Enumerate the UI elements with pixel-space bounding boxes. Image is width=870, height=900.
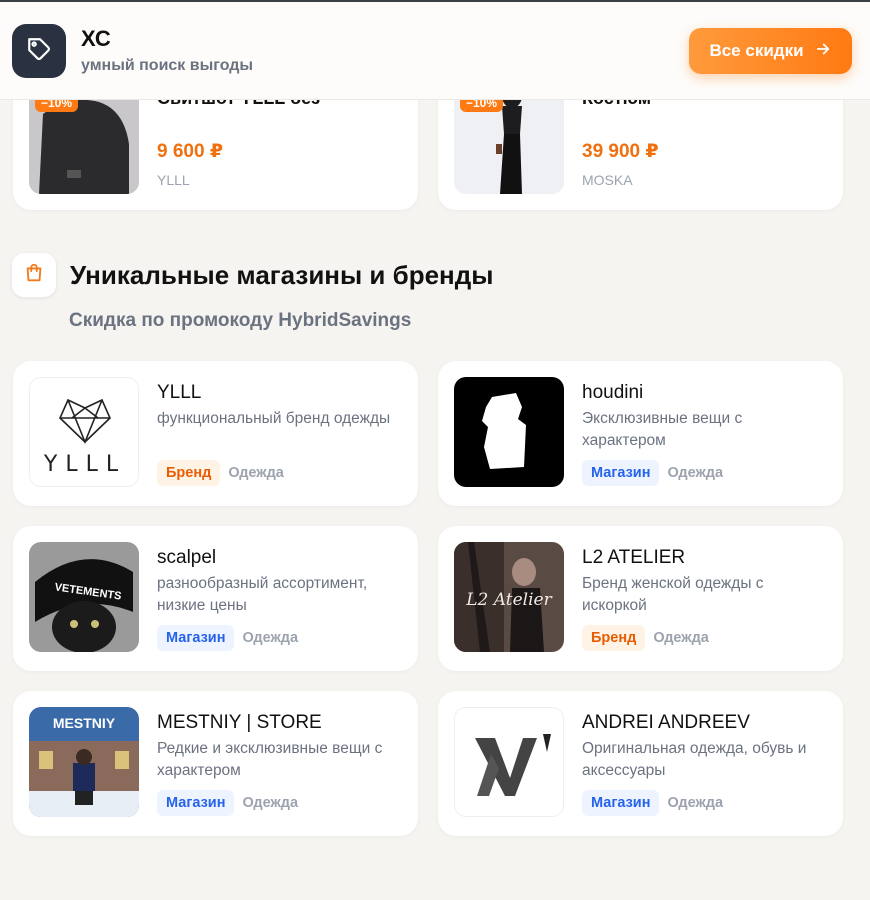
store-name[interactable]: scalpel	[157, 547, 216, 569]
store-name[interactable]: ANDREI ANDREEV	[582, 712, 750, 734]
section-title: Уникальные магазины и бренды	[70, 260, 494, 290]
product-price: 9 600 ₽	[157, 141, 224, 162]
store-card[interactable]: houdini Эксклюзивные вещи с характером М…	[438, 361, 843, 506]
store-card[interactable]: L2 Atelier L2 ATELIER Бренд женской одеж…	[438, 526, 843, 671]
store-description: Бренд женской одежды с искоркой	[582, 575, 764, 614]
store-description: функциональный бренд одежды	[157, 410, 391, 427]
all-discounts-label: Все скидки	[709, 41, 804, 60]
product-brand: MOSKA	[582, 172, 633, 188]
store-logo	[454, 707, 564, 817]
shopping-bag-icon	[23, 262, 45, 289]
store-logo-text: YLLL	[43, 452, 127, 477]
store-description: разнообразный ассортимент, низкие цены	[157, 575, 368, 614]
store-type-badge: Магазин	[157, 625, 235, 651]
store-category: Одежда	[228, 465, 284, 481]
store-logo-text: L2 Atelier	[466, 590, 552, 610]
store-category: Одежда	[242, 795, 299, 811]
store-card[interactable]: YLLL YLLL функциональный бренд одежды Бр…	[13, 361, 418, 506]
section-icon-box	[12, 253, 56, 297]
store-category: Одежда	[667, 795, 724, 811]
app-subtitle: умный поиск выгоды	[81, 57, 254, 74]
store-type-badge: Бренд	[157, 460, 221, 486]
store-logo: MESTNIY	[29, 707, 139, 817]
app-title: ХС	[81, 26, 111, 51]
store-logo	[454, 377, 564, 487]
store-logo: YLLL	[29, 377, 139, 487]
store-card[interactable]: MESTNIY MESTNIY | STORE Редкие и эксклюз…	[13, 691, 418, 836]
store-name[interactable]: houdini	[582, 382, 643, 404]
store-type-badge: Магазин	[582, 790, 660, 816]
window-top-border	[0, 0, 870, 2]
app-header: ХС умный поиск выгоды Все скидки	[0, 2, 870, 100]
store-logo: L2 Atelier	[454, 542, 564, 652]
arrow-right-icon	[814, 40, 832, 63]
store-card[interactable]: VETEMENTS scalpel разнообразный ассортим…	[13, 526, 418, 671]
store-name[interactable]: MESTNIY | STORE	[157, 712, 322, 734]
store-description: Эксклюзивные вещи с характером	[582, 410, 743, 449]
section-subtitle: Скидка по промокоду HybridSavings	[69, 310, 412, 331]
store-category: Одежда	[653, 630, 709, 646]
store-name[interactable]: YLLL	[157, 382, 201, 404]
store-logo: VETEMENTS	[29, 542, 139, 652]
store-description: Оригинальная одежда, обувь и аксессуары	[582, 740, 807, 779]
store-card[interactable]: ANDREI ANDREEV Оригинальная одежда, обув…	[438, 691, 843, 836]
store-type-badge: Магазин	[582, 460, 660, 486]
store-logo-text: MESTNIY	[52, 715, 116, 731]
store-type-badge: Магазин	[157, 790, 235, 816]
product-brand: YLLL	[157, 172, 190, 188]
app-logo[interactable]	[12, 24, 66, 78]
store-name[interactable]: L2 ATELIER	[582, 547, 685, 569]
tag-icon	[26, 36, 52, 67]
store-category: Одежда	[667, 465, 724, 481]
store-category: Одежда	[242, 630, 299, 646]
store-description: Редкие и эксклюзивные вещи с характером	[157, 740, 383, 779]
product-price: 39 900 ₽	[582, 141, 659, 162]
all-discounts-button[interactable]: Все скидки	[689, 28, 852, 74]
store-type-badge: Бренд	[582, 625, 646, 651]
